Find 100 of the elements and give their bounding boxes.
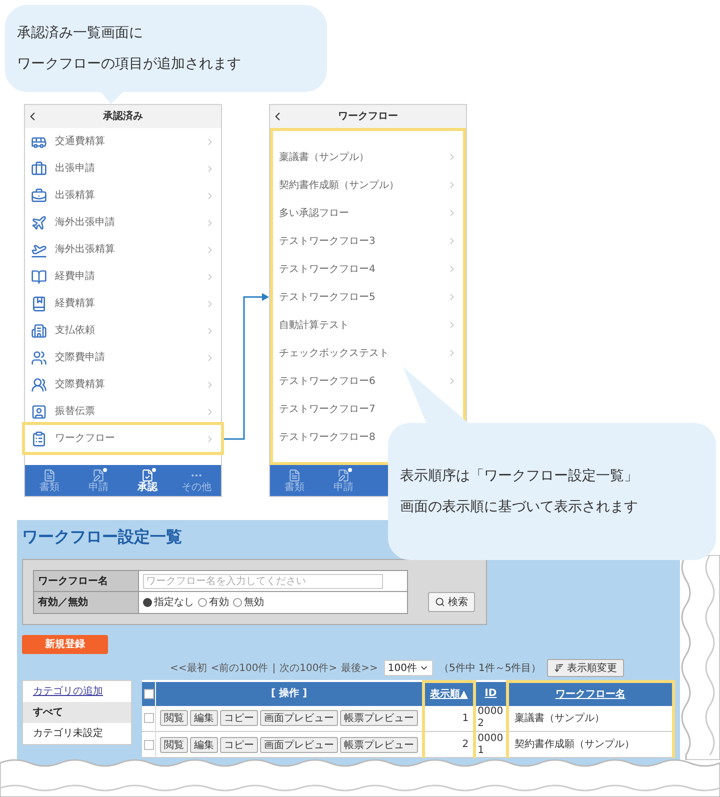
column-header: [ 操作 ]: [156, 682, 424, 706]
action-button[interactable]: 閲覧: [160, 736, 188, 752]
action-button[interactable]: 編集: [190, 736, 218, 752]
edit-document-icon: [337, 468, 350, 482]
sort-icon: [554, 663, 564, 673]
list-item[interactable]: 海外出張精算: [25, 236, 221, 263]
column-header[interactable]: ID: [474, 682, 508, 706]
airplane-icon: [31, 214, 47, 230]
table-cell: 2: [424, 732, 474, 758]
pager-link[interactable]: <前の100件: [210, 660, 268, 676]
tab-label: 申請: [88, 482, 108, 492]
callout-text: ワークフローの項目が追加されます: [17, 54, 242, 74]
pager-link[interactable]: <<最初: [170, 660, 207, 676]
list-item[interactable]: 出張精算: [25, 182, 221, 209]
checkbox[interactable]: [144, 740, 154, 750]
radio-button[interactable]: [198, 598, 207, 607]
action-button[interactable]: 帳票プレビュー: [340, 736, 418, 752]
column-header[interactable]: 表示順▲: [424, 682, 474, 706]
item-label: 自動計算テスト: [279, 318, 349, 332]
list-item[interactable]: 交通費精算: [25, 128, 221, 155]
people-icon: [31, 350, 47, 366]
sort-order-button[interactable]: 表示順変更: [547, 659, 624, 677]
item-label: 振替伝票: [55, 404, 95, 419]
radio-option[interactable]: 指定なし: [143, 595, 194, 610]
column-header[interactable]: ワークフロー名: [507, 682, 674, 706]
item-label: 経費申請: [55, 270, 95, 284]
list-item[interactable]: テストワークフロー6: [273, 367, 463, 395]
item-label: 出張申請: [55, 162, 95, 176]
pager-link[interactable]: 次の100件>: [280, 660, 338, 676]
checkbox[interactable]: [144, 713, 154, 724]
table-cell: 00001: [474, 732, 508, 758]
book-icon: [31, 296, 47, 312]
action-button[interactable]: 帳票プレビュー: [340, 710, 418, 726]
list-item[interactable]: 支払依頼: [25, 317, 221, 344]
field-label: ワークフロー名: [34, 571, 139, 592]
field-label: 有効／無効: [34, 592, 139, 613]
screen-title: ワークフロー: [338, 110, 398, 124]
search-icon: [435, 597, 445, 607]
action-button[interactable]: 閲覧: [160, 710, 188, 726]
table-cell: 稟議書（サンプル）: [507, 706, 674, 732]
book-icon: [31, 268, 47, 284]
list-item[interactable]: 振替伝票: [25, 398, 221, 425]
pager-link[interactable]: 最後>>: [341, 660, 378, 676]
document-icon: [43, 468, 56, 482]
item-label: 出張精算: [55, 188, 95, 203]
list-item[interactable]: 経費申請: [25, 263, 221, 290]
list-item[interactable]: 多い承認フロー: [273, 199, 463, 227]
tab-label: 書類: [284, 482, 304, 492]
item-label: テストワークフロー7: [279, 402, 376, 416]
radio-button[interactable]: [233, 598, 242, 607]
new-button[interactable]: 新規登録: [22, 635, 108, 654]
building-icon: [31, 322, 47, 338]
list-item[interactable]: 経費精算: [25, 290, 221, 317]
list-item[interactable]: 稟議書（サンプル）: [273, 143, 463, 171]
item-label: 多い承認フロー: [279, 206, 349, 220]
item-label: テストワークフロー6: [279, 374, 376, 388]
radio-button[interactable]: [143, 598, 152, 607]
checkbox[interactable]: [144, 688, 154, 698]
tab-label: 承認: [138, 482, 158, 492]
tab-label: その他: [182, 482, 212, 492]
briefcase-icon: [31, 160, 47, 176]
list-item[interactable]: 交際費精算: [25, 371, 221, 398]
record-count: （5件中 1件～5件目）: [438, 662, 542, 676]
radio-option[interactable]: 有効: [198, 595, 229, 610]
list-item[interactable]: テストワークフロー7: [273, 395, 382, 423]
item-label: テストワークフロー8: [279, 430, 376, 444]
page-title: ワークフロー設定一覧: [22, 526, 183, 548]
list-item[interactable]: 交際費申請: [25, 344, 221, 371]
table-cell: 00002: [474, 706, 508, 732]
list-item[interactable]: 海外出張申請: [25, 209, 221, 236]
item-label: 海外出張申請: [55, 216, 115, 230]
document-icon: [288, 468, 301, 482]
tab[interactable]: 承認: [123, 465, 172, 496]
action-button[interactable]: 編集: [190, 710, 218, 726]
tab-label: 書類: [40, 482, 60, 492]
list-item[interactable]: 自動計算テスト: [273, 311, 463, 339]
callout-text: 画面の表示順に基づいて表示されます: [400, 498, 639, 516]
edit-document-icon: [92, 468, 105, 482]
list-item[interactable]: テストワークフロー3: [273, 227, 463, 255]
action-button[interactable]: 画面プレビュー: [260, 736, 338, 752]
pager-link[interactable]: |: [272, 660, 276, 676]
list-item[interactable]: 契約書作成願（サンプル）: [273, 171, 463, 199]
list-item[interactable]: 出張申請: [25, 155, 221, 182]
name-input-field[interactable]: ワークフロー名を入力してください: [143, 574, 383, 588]
list-item[interactable]: テストワークフロー5: [273, 283, 463, 311]
list-item[interactable]: テストワークフロー8: [273, 423, 382, 451]
action-button[interactable]: コピー: [220, 736, 258, 752]
item-label: チェックボックステスト: [279, 346, 389, 360]
item-label: 稟議書（サンプル）: [279, 150, 369, 164]
item-label: 交際費申請: [55, 350, 105, 365]
search-button[interactable]: 検索: [428, 592, 475, 612]
list-item[interactable]: テストワークフロー4: [273, 255, 463, 283]
radio-option[interactable]: 無効: [233, 595, 264, 610]
table-cell: 1: [424, 706, 474, 732]
action-button[interactable]: 画面プレビュー: [260, 710, 338, 726]
per-page-select[interactable]: 100件: [384, 660, 433, 676]
item-label: 交際費精算: [55, 378, 105, 392]
category-item[interactable]: すべて: [23, 702, 132, 723]
list-item[interactable]: チェックボックステスト: [273, 339, 463, 367]
action-button[interactable]: コピー: [220, 710, 258, 726]
